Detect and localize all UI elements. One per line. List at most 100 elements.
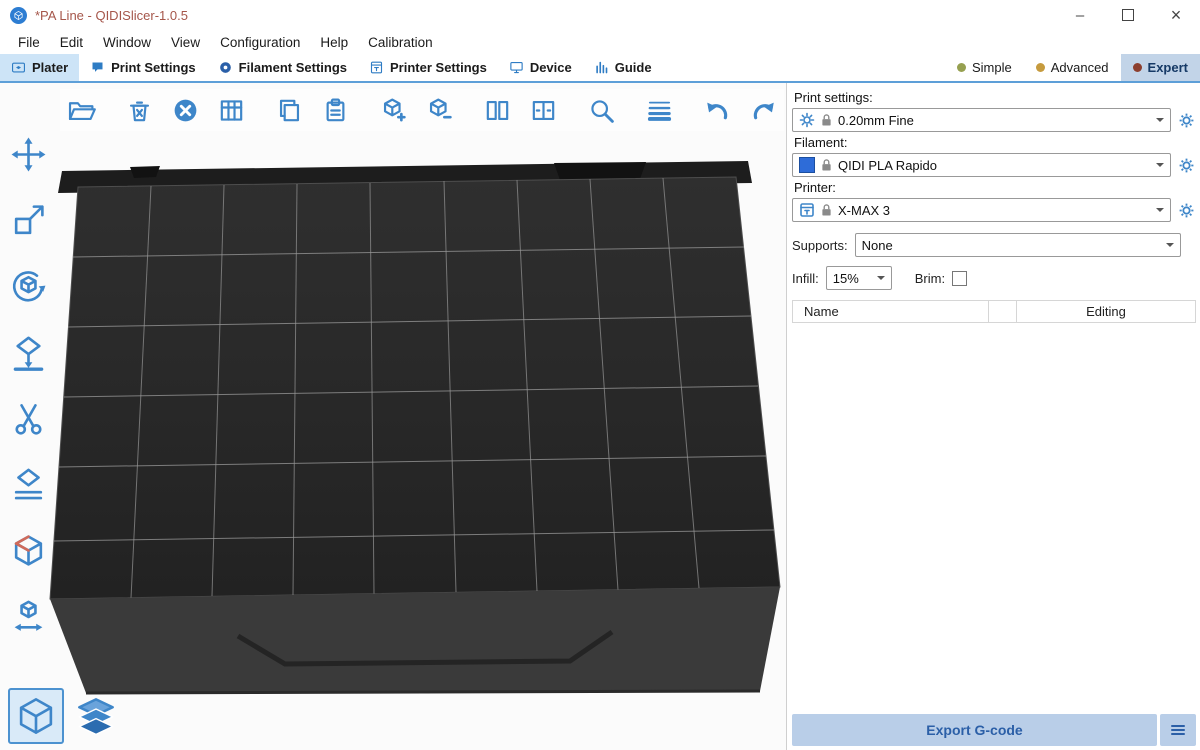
mode-expert[interactable]: Expert (1121, 54, 1200, 81)
undo-button[interactable] (698, 91, 736, 129)
gizmo-toolbar (5, 131, 51, 639)
menu-item-window[interactable]: Window (93, 32, 161, 53)
menu-item-configuration[interactable]: Configuration (210, 32, 310, 53)
arrange-button[interactable] (212, 91, 250, 129)
variable-layer-height-button[interactable] (640, 91, 678, 129)
printer-combo[interactable]: X-MAX 3 (792, 198, 1171, 222)
chevron-down-icon (1156, 208, 1164, 216)
simple-mode-dot-icon (957, 63, 966, 72)
copy-icon (275, 96, 304, 125)
mode-switcher: Simple Advanced Expert (945, 54, 1200, 81)
tab-plater[interactable]: Plater (0, 54, 79, 81)
remove-instance-button[interactable] (420, 91, 458, 129)
supports-value: None (862, 238, 893, 253)
lock-icon (821, 158, 832, 172)
3d-viewport[interactable] (0, 83, 786, 750)
cut-tool-button[interactable] (5, 395, 51, 441)
paste-icon (321, 96, 350, 125)
scale-tool-button[interactable] (5, 197, 51, 243)
filament-combo[interactable]: QIDI PLA Rapido (792, 153, 1171, 177)
print-settings-combo[interactable]: 0.20mm Fine (792, 108, 1171, 132)
split-objects-icon (483, 96, 512, 125)
guide-icon (594, 60, 609, 75)
expert-mode-dot-icon (1133, 63, 1142, 72)
menu-bar: File Edit Window View Configuration Help… (0, 30, 1200, 54)
printer-gear-button[interactable] (1176, 200, 1196, 220)
device-icon (509, 60, 524, 75)
add-instance-button[interactable] (374, 91, 412, 129)
mode-simple[interactable]: Simple (945, 54, 1024, 81)
mode-label: Expert (1148, 60, 1188, 75)
brim-checkbox[interactable] (952, 271, 967, 286)
chevron-down-icon (1156, 163, 1164, 171)
menu-item-help[interactable]: Help (310, 32, 358, 53)
print-settings-gear-button[interactable] (1176, 110, 1196, 130)
split-parts-button[interactable] (524, 91, 562, 129)
tab-label: Print Settings (111, 60, 196, 75)
gear-icon (1178, 157, 1195, 174)
tab-filament-settings[interactable]: Filament Settings (207, 54, 358, 81)
menu-item-view[interactable]: View (161, 32, 210, 53)
app-logo-icon (10, 7, 27, 24)
redo-button[interactable] (744, 91, 782, 129)
scissors-icon (10, 400, 47, 437)
object-list (792, 323, 1196, 710)
place-on-face-icon (10, 334, 47, 371)
copy-button[interactable] (270, 91, 308, 129)
layer-lines-icon (645, 96, 674, 125)
supports-combo[interactable]: None (855, 233, 1181, 257)
infill-combo[interactable]: 15% (826, 266, 892, 290)
menu-item-edit[interactable]: Edit (50, 32, 93, 53)
maximize-button[interactable] (1104, 0, 1152, 30)
supports-label: Supports: (792, 238, 848, 253)
mode-advanced[interactable]: Advanced (1024, 54, 1121, 81)
paste-button[interactable] (316, 91, 354, 129)
settings-sidebar: Print settings: 0.20mm Fine Filament: QI… (786, 83, 1200, 750)
print-settings-label: Print settings: (794, 90, 1194, 105)
mode-label: Simple (972, 60, 1012, 75)
printer-settings-icon (369, 60, 384, 75)
chevron-down-icon (1156, 118, 1164, 126)
print-settings-icon (90, 60, 105, 75)
open-file-button[interactable] (62, 91, 100, 129)
column-header-extruder (988, 300, 1016, 323)
chevron-down-icon (877, 276, 885, 284)
print-profile-gear-icon (799, 112, 815, 128)
gear-icon (1178, 112, 1195, 129)
editor-view-button[interactable] (8, 688, 64, 744)
place-on-face-tool-button[interactable] (5, 329, 51, 375)
add-instance-icon (379, 96, 408, 125)
menu-item-calibration[interactable]: Calibration (358, 32, 443, 53)
3d-editor-cube-icon (15, 695, 57, 737)
tab-print-settings[interactable]: Print Settings (79, 54, 207, 81)
printer-label: Printer: (794, 180, 1194, 195)
tab-guide[interactable]: Guide (583, 54, 663, 81)
close-button[interactable]: × (1152, 0, 1200, 30)
delete-button[interactable] (120, 91, 158, 129)
export-gcode-button[interactable]: Export G-code (792, 714, 1157, 746)
view-switcher (8, 688, 122, 744)
delete-all-button[interactable] (166, 91, 204, 129)
main-tab-bar: Plater Print Settings Filament Settings … (0, 54, 1200, 83)
tab-label: Filament Settings (239, 60, 347, 75)
search-button[interactable] (582, 91, 620, 129)
preview-view-button[interactable] (70, 690, 122, 742)
move-tool-button[interactable] (5, 131, 51, 177)
distance-tool-button[interactable] (5, 593, 51, 639)
minimize-button[interactable]: – (1056, 0, 1104, 30)
measure-tool-button[interactable] (5, 527, 51, 573)
menu-item-file[interactable]: File (8, 32, 50, 53)
split-objects-button[interactable] (478, 91, 516, 129)
mode-label: Advanced (1051, 60, 1109, 75)
search-icon (587, 96, 616, 125)
tab-device[interactable]: Device (498, 54, 583, 81)
filament-gear-button[interactable] (1176, 155, 1196, 175)
plater-toolbar (60, 89, 784, 131)
chevron-down-icon (1166, 243, 1174, 251)
tab-printer-settings[interactable]: Printer Settings (358, 54, 498, 81)
rotate-tool-button[interactable] (5, 263, 51, 309)
column-header-name: Name (792, 300, 988, 323)
export-options-button[interactable] (1160, 714, 1196, 746)
column-header-editing: Editing (1016, 300, 1196, 323)
seam-paint-tool-button[interactable] (5, 461, 51, 507)
